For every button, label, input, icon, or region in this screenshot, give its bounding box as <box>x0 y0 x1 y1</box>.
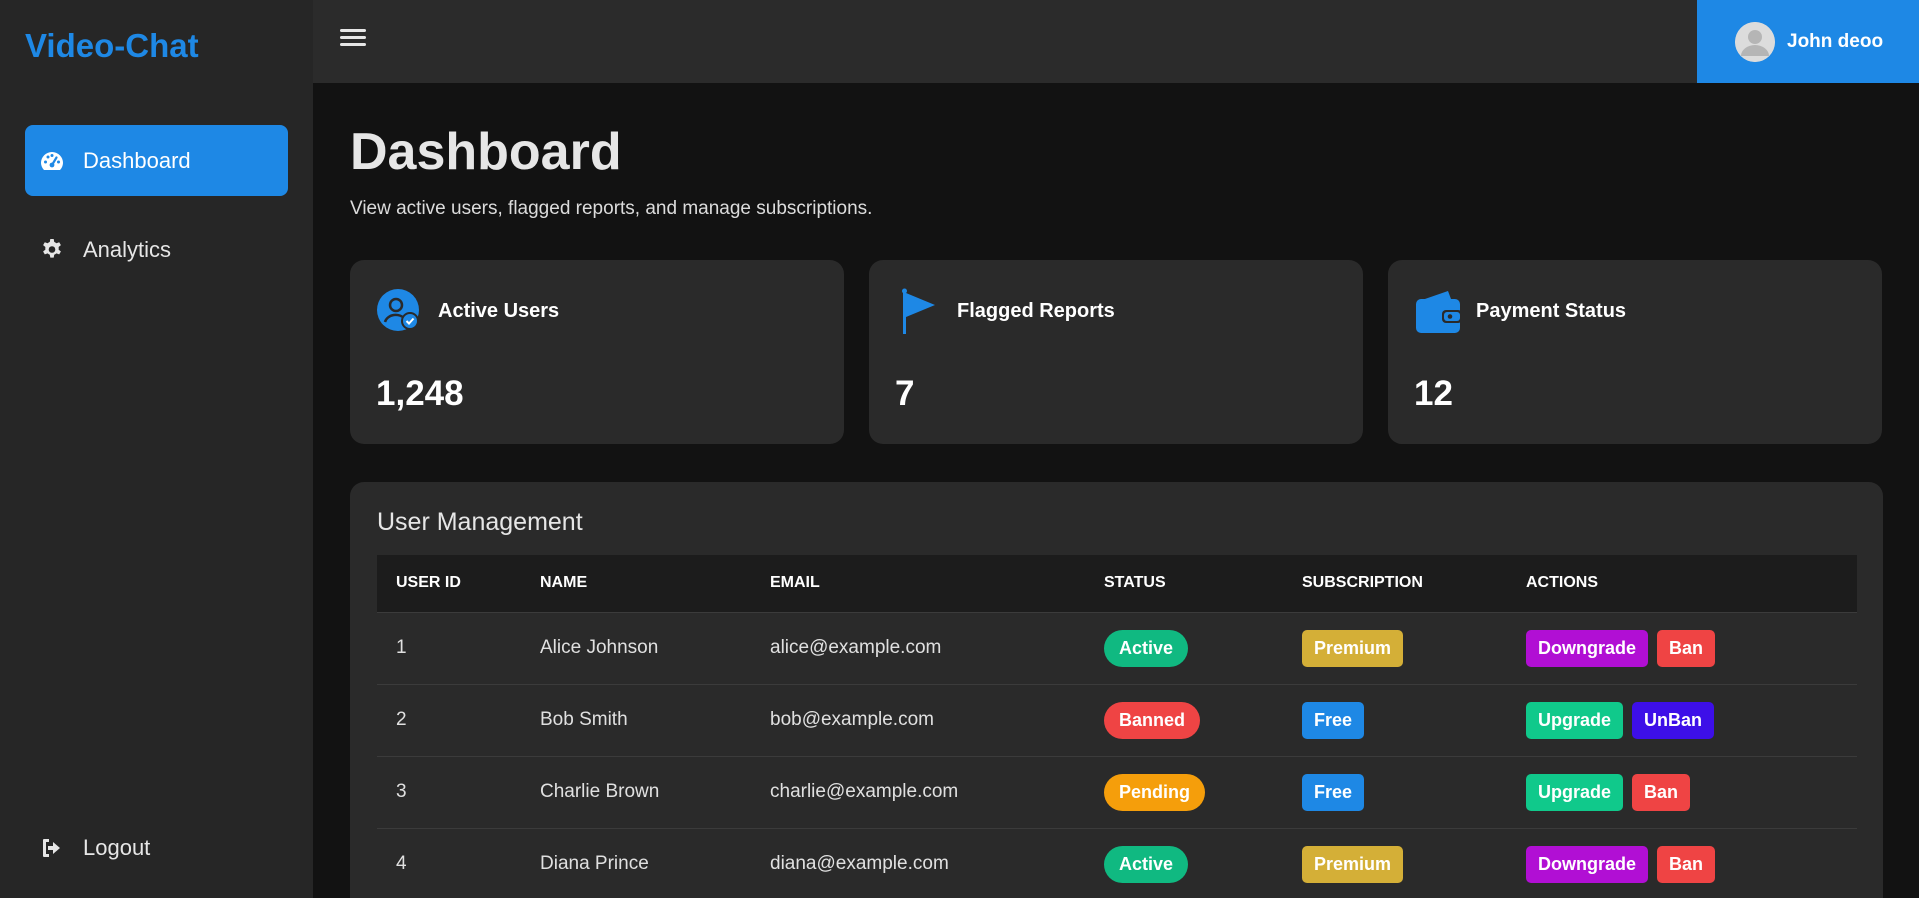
status-badge: Banned <box>1104 701 1201 739</box>
cell-actions: Upgrade UnBan <box>1507 683 1857 756</box>
cell-email: diana@example.com <box>751 827 1085 898</box>
cell-actions: Downgrade Ban <box>1507 611 1857 684</box>
status-badge: Active <box>1104 845 1189 883</box>
page-subtitle: View active users, flagged reports, and … <box>350 198 873 219</box>
cell-subscription: Premium <box>1283 827 1507 898</box>
col-header-user-id: USER ID <box>377 555 521 612</box>
cell-subscription: Free <box>1283 683 1507 756</box>
users-table: USER ID NAME EMAIL STATUS SUBSCRIPTION A… <box>377 555 1857 898</box>
sidebar: Video-Chat Dashboard Analytics Logout <box>0 0 313 898</box>
user-name: John deoo <box>1787 30 1884 52</box>
col-header-actions: ACTIONS <box>1507 555 1857 612</box>
cell-email: charlie@example.com <box>751 755 1085 828</box>
col-header-name: NAME <box>521 555 751 612</box>
table-row: 3 Charlie Brown charlie@example.com Pend… <box>377 755 1857 828</box>
cell-status: Banned <box>1085 683 1283 756</box>
cell-user-id: 2 <box>377 683 521 756</box>
ban-button[interactable]: Ban <box>1657 629 1716 667</box>
ban-button[interactable]: Ban <box>1657 845 1716 883</box>
user-check-icon <box>376 288 422 334</box>
cell-email: bob@example.com <box>751 683 1085 756</box>
col-header-subscription: SUBSCRIPTION <box>1283 555 1507 612</box>
cell-subscription: Premium <box>1283 611 1507 684</box>
stat-card-payment-status: Payment Status 12 <box>1388 260 1882 444</box>
downgrade-button[interactable]: Downgrade <box>1526 845 1649 883</box>
cell-name: Diana Prince <box>521 827 751 898</box>
stat-value: 1,248 <box>376 374 464 413</box>
gear-icon <box>39 237 65 263</box>
cell-name: Bob Smith <box>521 683 751 756</box>
cell-actions: Upgrade Ban <box>1507 755 1857 828</box>
stat-card-flagged-reports: Flagged Reports 7 <box>869 260 1363 444</box>
logout-button[interactable]: Logout <box>25 812 288 883</box>
col-header-email: EMAIL <box>751 555 1085 612</box>
flag-icon <box>895 288 941 334</box>
cell-status: Active <box>1085 611 1283 684</box>
topbar: John deoo <box>313 0 1919 83</box>
table-row: 2 Bob Smith bob@example.com Banned Free … <box>377 683 1857 756</box>
panel-title: User Management <box>377 508 583 536</box>
subscription-badge: Premium <box>1302 845 1404 883</box>
stat-card-active-users: Active Users 1,248 <box>350 260 844 444</box>
cell-email: alice@example.com <box>751 611 1085 684</box>
upgrade-button[interactable]: Upgrade <box>1526 701 1624 739</box>
cell-user-id: 3 <box>377 755 521 828</box>
table-row: 1 Alice Johnson alice@example.com Active… <box>377 611 1857 684</box>
brand-logo[interactable]: Video-Chat <box>25 27 199 65</box>
stat-title: Flagged Reports <box>957 300 1115 322</box>
user-menu[interactable]: John deoo <box>1697 0 1919 83</box>
cell-user-id: 4 <box>377 827 521 898</box>
table-header-row: USER ID NAME EMAIL STATUS SUBSCRIPTION A… <box>377 555 1857 612</box>
sidebar-item-analytics[interactable]: Analytics <box>25 214 288 285</box>
table-row: 4 Diana Prince diana@example.com Active … <box>377 827 1857 898</box>
sidebar-item-dashboard[interactable]: Dashboard <box>25 125 288 196</box>
status-badge: Pending <box>1104 773 1205 811</box>
downgrade-button[interactable]: Downgrade <box>1526 629 1649 667</box>
subscription-badge: Free <box>1302 701 1365 739</box>
cell-name: Alice Johnson <box>521 611 751 684</box>
logout-icon <box>39 835 65 861</box>
cell-user-id: 1 <box>377 611 521 684</box>
page-title: Dashboard <box>350 123 622 181</box>
cell-status: Active <box>1085 827 1283 898</box>
subscription-badge: Premium <box>1302 629 1404 667</box>
wallet-icon <box>1414 288 1462 334</box>
cell-name: Charlie Brown <box>521 755 751 828</box>
stat-title: Active Users <box>438 300 560 322</box>
stat-value: 7 <box>895 374 915 413</box>
stat-title: Payment Status <box>1476 300 1627 322</box>
sidebar-item-label: Analytics <box>83 236 172 262</box>
cell-subscription: Free <box>1283 755 1507 828</box>
unban-button[interactable]: UnBan <box>1632 701 1715 739</box>
stat-value: 12 <box>1414 374 1453 413</box>
cell-actions: Downgrade Ban <box>1507 827 1857 898</box>
cell-status: Pending <box>1085 755 1283 828</box>
status-badge: Active <box>1104 629 1189 667</box>
logout-label: Logout <box>83 834 151 860</box>
ban-button[interactable]: Ban <box>1632 773 1691 811</box>
user-management-panel: User Management USER ID NAME EMAIL STATU… <box>350 482 1883 898</box>
upgrade-button[interactable]: Upgrade <box>1526 773 1624 811</box>
sidebar-item-label: Dashboard <box>83 147 191 173</box>
subscription-badge: Free <box>1302 773 1365 811</box>
gauge-icon <box>39 148 65 174</box>
col-header-status: STATUS <box>1085 555 1283 612</box>
hamburger-icon[interactable] <box>340 25 366 55</box>
avatar-icon <box>1735 21 1775 62</box>
